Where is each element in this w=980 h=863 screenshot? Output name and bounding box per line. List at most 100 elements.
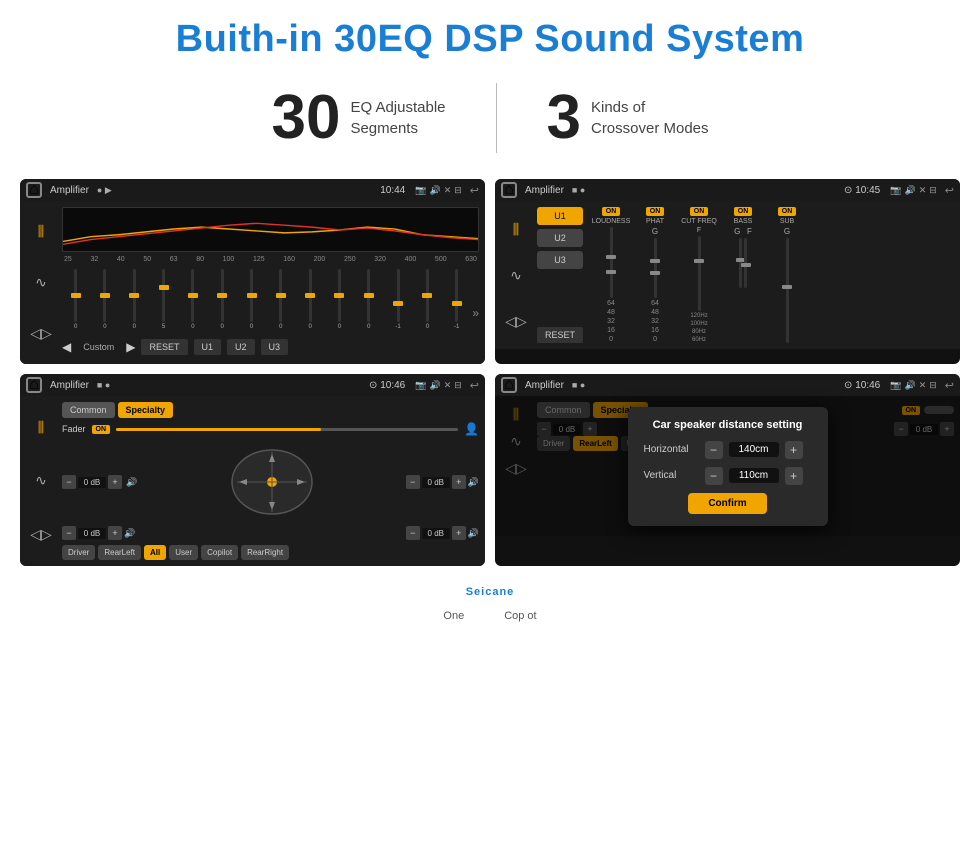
vertical-label: Vertical	[644, 470, 699, 481]
bass-section: ON BASS G F	[723, 207, 763, 343]
eq-u2-btn[interactable]: U2	[227, 339, 255, 355]
fr-minus[interactable]: −	[406, 475, 420, 489]
eq-sliders: 0 0 0 5 0	[62, 267, 479, 332]
user-btn[interactable]: User	[169, 545, 198, 560]
bottom-nav: One Cop ot	[0, 602, 980, 626]
eq-controls: ◀ Custom ▶ RESET U1 U2 U3	[62, 336, 479, 358]
eq-slider-12: -1	[384, 269, 411, 330]
sidebar-eq-icon[interactable]: ⫼	[38, 223, 44, 240]
driver-btn[interactable]: Driver	[62, 545, 95, 560]
rr-plus[interactable]: +	[452, 526, 466, 540]
fader-label: Fader	[62, 424, 86, 434]
page-header: Buith-in 30EQ DSP Sound System	[0, 0, 980, 71]
back-icon[interactable]: ↩	[470, 184, 479, 197]
eq-back-btn[interactable]: ◀	[62, 340, 71, 354]
u3-button[interactable]: U3	[537, 251, 583, 269]
screen4-back[interactable]: ↩	[945, 379, 954, 392]
eq-stat: 30 EQ Adjustable Segments	[221, 87, 495, 149]
eq-forward-btn[interactable]: ▶	[126, 340, 135, 354]
screen4-home[interactable]: ⌂	[501, 377, 517, 393]
screen1-wrapper: ⌂ Amplifier ● ▶ 10:44 📷🔊✕⊟ ↩ ⫼ ∿ ◁▷	[20, 179, 485, 364]
screen2-vol-icon[interactable]: ◁▷	[505, 313, 527, 330]
loudness-slider[interactable]	[610, 227, 613, 298]
screen2-home-icon[interactable]: ⌂	[501, 182, 517, 198]
bass-on[interactable]: ON	[734, 207, 753, 216]
loudness-on[interactable]: ON	[602, 207, 621, 216]
crossover-number: 3	[547, 87, 581, 149]
screen2-content: ⫼ ∿ ◁▷ U1 U2 U3 RESET ON LOUDNESS	[495, 201, 960, 349]
person-icon: 👤	[464, 422, 479, 436]
sidebar-vol-icon[interactable]: ◁▷	[30, 325, 52, 342]
screen3-bar: ⌂ Amplifier ■ ● ⊙ 10:46 📷🔊✕⊟ ↩	[20, 374, 485, 396]
screen2-back[interactable]: ↩	[945, 184, 954, 197]
eq-reset-btn[interactable]: RESET	[141, 339, 187, 355]
eq-number: 30	[271, 87, 340, 149]
screen2-wave-icon[interactable]: ∿	[510, 267, 522, 284]
specialty-tab[interactable]: Specialty	[118, 402, 174, 418]
all-btn[interactable]: All	[144, 545, 166, 560]
screen1-bar: ⌂ Amplifier ● ▶ 10:44 📷🔊✕⊟ ↩	[20, 179, 485, 201]
screen4-bar: ⌂ Amplifier ■ ● ⊙ 10:46 📷🔊✕⊟ ↩	[495, 374, 960, 396]
home-icon[interactable]: ⌂	[26, 182, 42, 198]
cutfreq-slider[interactable]	[698, 236, 701, 311]
horizontal-plus[interactable]: +	[785, 441, 803, 459]
eq-u1-btn[interactable]: U1	[194, 339, 222, 355]
rl-minus[interactable]: −	[62, 526, 76, 540]
screen4-status: 📷🔊✕⊟	[890, 380, 937, 391]
sub-on[interactable]: ON	[778, 207, 797, 216]
nav-item-2: Cop ot	[504, 610, 536, 622]
horizontal-minus[interactable]: −	[705, 441, 723, 459]
vertical-minus[interactable]: −	[705, 467, 723, 485]
eq-slider-13: 0	[414, 269, 441, 330]
phat-slider[interactable]	[654, 238, 657, 298]
eq-slider-8: 0	[267, 269, 294, 330]
fr-val: 0 dB	[422, 477, 450, 488]
fader-on-btn[interactable]: ON	[92, 425, 111, 434]
screen1-sidebar: ⫼ ∿ ◁▷	[26, 207, 56, 358]
screen2-bar: ⌂ Amplifier ■ ● ⊙ 10:45 📷🔊✕⊟ ↩	[495, 179, 960, 201]
screen3-vol-icon[interactable]: ◁▷	[30, 526, 52, 543]
rr-minus[interactable]: −	[406, 526, 420, 540]
bass-slider-f[interactable]	[744, 238, 747, 288]
vertical-plus[interactable]: +	[785, 467, 803, 485]
watermark-area: Seicane	[0, 578, 980, 602]
screen2-sidebar: ⫼ ∿ ◁▷	[501, 207, 531, 343]
eq-graph	[62, 207, 479, 252]
fr-channel: − 0 dB + 🔊	[406, 442, 479, 522]
page-title: Buith-in 30EQ DSP Sound System	[20, 18, 960, 61]
vertical-val: 110cm	[729, 468, 779, 483]
screen2-eq-icon[interactable]: ⫼	[513, 221, 519, 238]
screen2-reset[interactable]: RESET	[537, 327, 583, 343]
rl-plus[interactable]: +	[108, 526, 122, 540]
phat-on[interactable]: ON	[646, 207, 665, 216]
eq-slider-6: 0	[209, 269, 236, 330]
screen3-status: 📷🔊✕⊟	[415, 380, 462, 391]
screen3-back[interactable]: ↩	[470, 379, 479, 392]
crossover-sections: ON LOUDNESS 64 48 32 16 0 O	[591, 207, 954, 343]
sidebar-wave-icon[interactable]: ∿	[35, 274, 47, 291]
fader-row: Fader ON 👤	[62, 422, 479, 436]
screen3-wrapper: ⌂ Amplifier ■ ● ⊙ 10:46 📷🔊✕⊟ ↩ ⫼ ∿ ◁▷ Co…	[20, 374, 485, 566]
fr-plus[interactable]: +	[452, 475, 466, 489]
eq-u3-btn[interactable]: U3	[261, 339, 289, 355]
confirm-button[interactable]: Confirm	[688, 493, 766, 514]
distance-dialog: Car speaker distance setting Horizontal …	[628, 407, 828, 526]
u1-button[interactable]: U1	[537, 207, 583, 225]
sub-section: ON SUB G	[767, 207, 807, 343]
phat-section: ON PHAT G 64 48 32 16 0	[635, 207, 675, 343]
rearright-btn[interactable]: RearRight	[241, 545, 289, 560]
copilot-btn[interactable]: Copilot	[201, 545, 238, 560]
rearleft-btn[interactable]: RearLeft	[98, 545, 141, 560]
eq-slider-10: 0	[326, 269, 353, 330]
fader-slider[interactable]	[116, 428, 458, 431]
screen3-home[interactable]: ⌂	[26, 377, 42, 393]
screen3-wave-icon[interactable]: ∿	[35, 472, 47, 489]
u2-button[interactable]: U2	[537, 229, 583, 247]
fl-minus[interactable]: −	[62, 475, 76, 489]
screen3-eq-icon[interactable]: ⫼	[38, 419, 44, 436]
eq-text: EQ Adjustable Segments	[350, 97, 445, 139]
cutfreq-on[interactable]: ON	[690, 207, 709, 216]
fl-plus[interactable]: +	[108, 475, 122, 489]
common-tab[interactable]: Common	[62, 402, 115, 418]
sub-slider[interactable]	[786, 238, 789, 343]
